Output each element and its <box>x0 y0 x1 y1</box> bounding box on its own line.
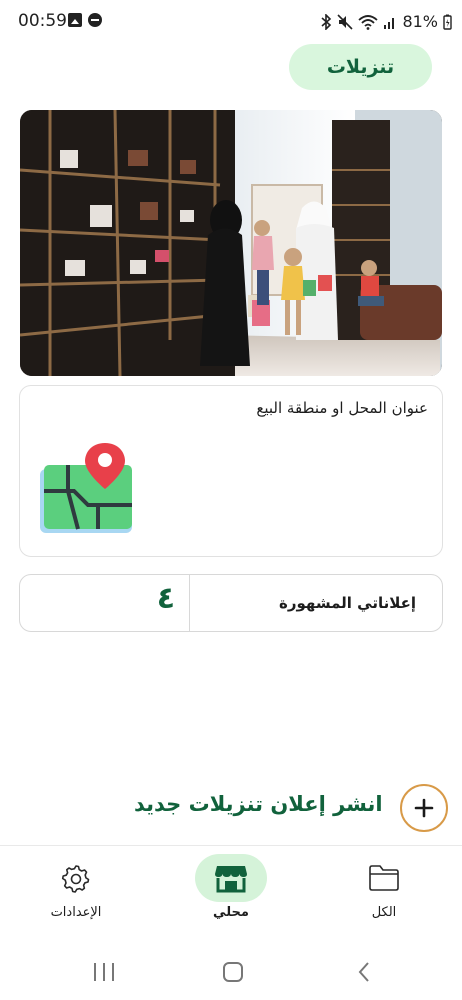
gear-icon <box>61 865 90 893</box>
sales-header-label: تنزيلات <box>326 56 395 78</box>
status-time: 00:59 <box>18 11 67 31</box>
folder-icon <box>369 865 399 891</box>
nav-local-label: محلي <box>213 905 249 920</box>
sales-header-button[interactable]: تنزيلات <box>289 44 432 90</box>
nav-settings[interactable]: الإعدادات <box>21 854 131 934</box>
back-icon[interactable] <box>357 961 371 983</box>
address-label: عنوان المحل او منطقة البيع <box>256 399 428 417</box>
ads-label: إعلاناتي المشهورة <box>279 594 416 612</box>
store-icon <box>215 866 247 893</box>
recent-apps-icon[interactable] <box>94 963 114 981</box>
signal-icon <box>384 17 395 29</box>
gallery-icon <box>68 13 82 27</box>
battery-charging-icon <box>443 14 452 30</box>
map-pin-icon <box>40 443 132 533</box>
nav-all[interactable]: الكل <box>329 854 439 934</box>
do-not-disturb-icon <box>88 13 102 27</box>
mute-icon <box>337 13 354 30</box>
plus-icon <box>414 798 434 818</box>
nav-settings-label: الإعدادات <box>50 905 102 920</box>
publish-ad-button[interactable] <box>400 784 448 832</box>
home-icon[interactable] <box>223 962 243 982</box>
address-card[interactable]: عنوان المحل او منطقة البيع <box>19 385 443 557</box>
battery-percent: 81% <box>402 12 438 31</box>
ads-count: ٤ <box>156 581 175 616</box>
bottom-nav: الإعدادات محلي الكل <box>0 845 462 943</box>
my-popular-ads-card[interactable]: ٤ إعلاناتي المشهورة <box>19 574 443 632</box>
nav-all-label: الكل <box>371 905 397 920</box>
bluetooth-icon <box>321 13 332 30</box>
publish-ad-label[interactable]: انشر إعلان تنزيلات جديد <box>134 792 383 816</box>
system-nav-bar <box>0 943 462 1000</box>
status-bar: 00:59 81% <box>0 0 462 44</box>
wifi-icon <box>358 14 379 30</box>
ads-count-cell: ٤ <box>20 575 190 631</box>
shop-photo <box>20 110 442 376</box>
nav-local[interactable]: محلي <box>176 854 286 934</box>
